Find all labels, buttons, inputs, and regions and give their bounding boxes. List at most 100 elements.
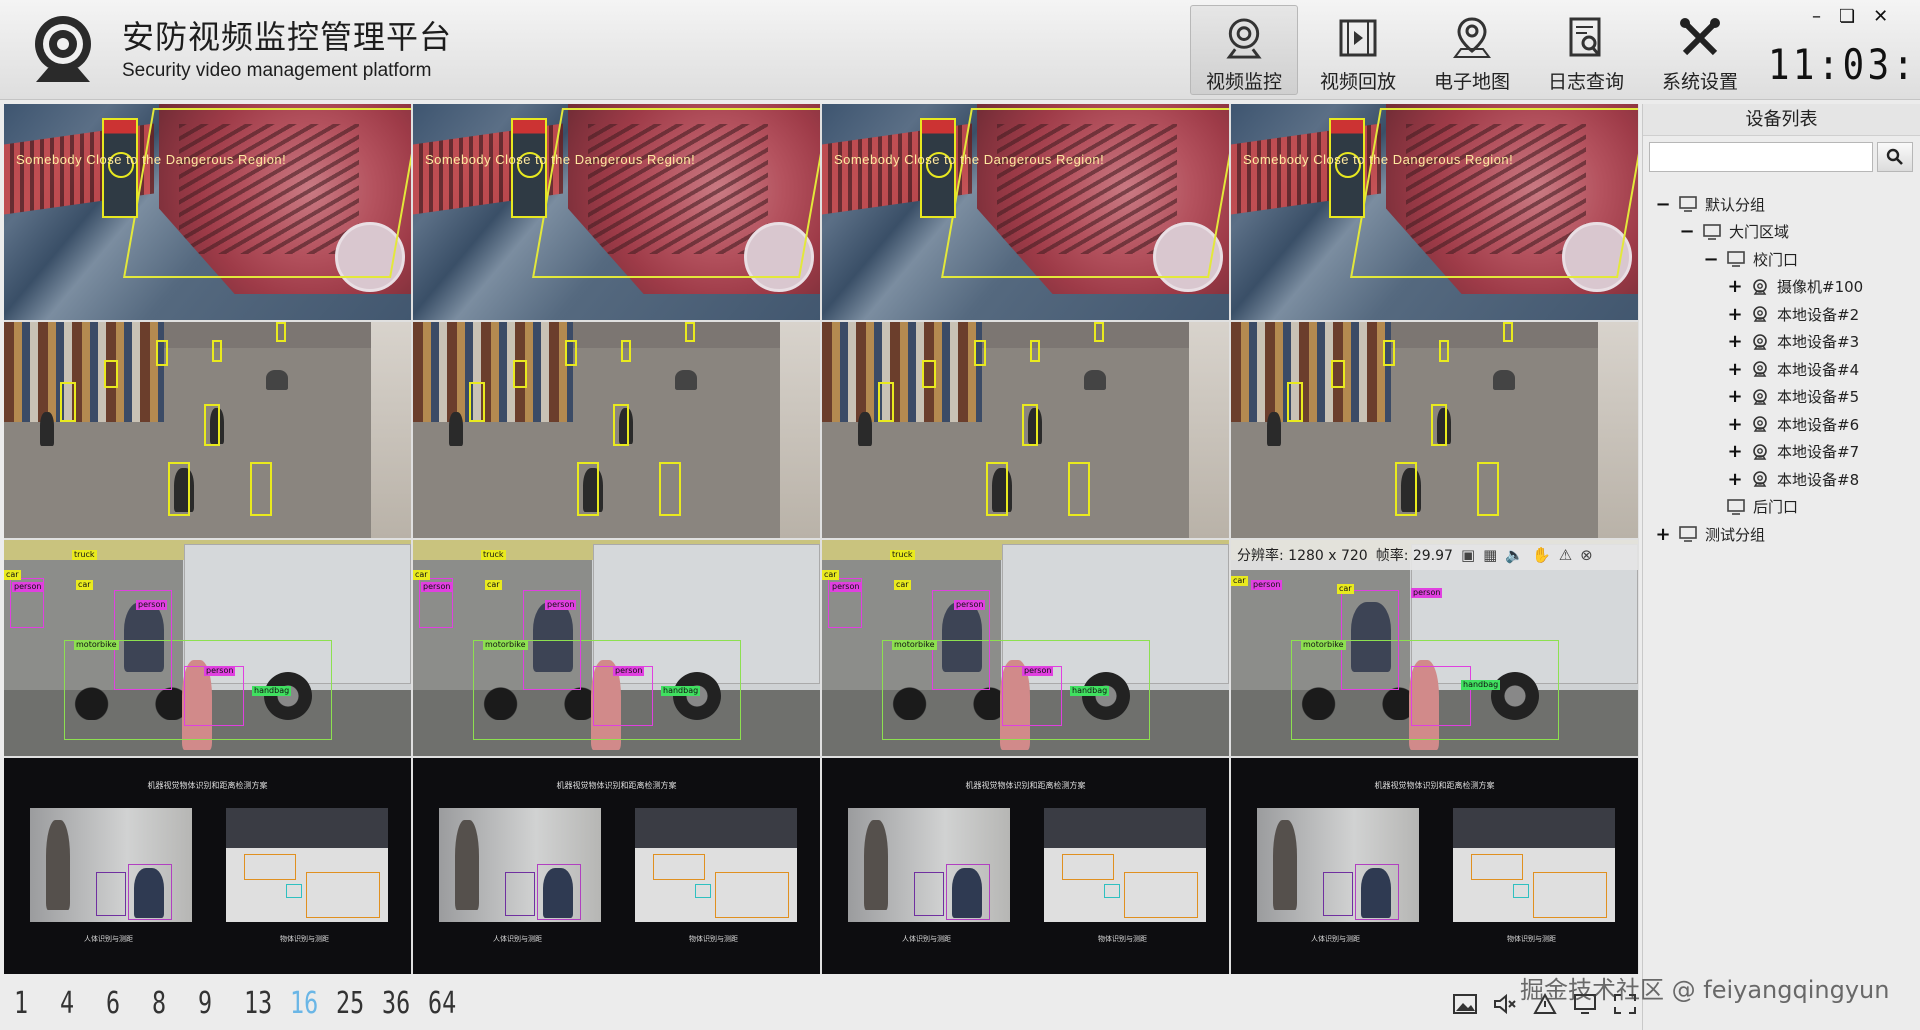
- detect-tag: person: [204, 666, 236, 676]
- tree-node-group[interactable]: 后门口: [1703, 495, 1798, 519]
- tree-node-camera[interactable]: + 本地设备#8: [1727, 467, 1859, 491]
- video-channel-12[interactable]: car person car person motorbike handbag …: [1231, 540, 1638, 756]
- video-channel-14[interactable]: 机器视觉物体识别和距离检测方案 人体识别与测距 物体识别与测距: [413, 758, 820, 974]
- layout-button-9[interactable]: 9: [198, 986, 225, 1021]
- alarm-icon[interactable]: ⚠: [1559, 546, 1572, 564]
- log-search-icon: [1569, 17, 1601, 57]
- layout-button-25[interactable]: 25: [336, 986, 364, 1021]
- snapshot-record-icon[interactable]: ▣: [1461, 546, 1475, 564]
- tree-node-camera[interactable]: + 本地设备#5: [1727, 385, 1859, 409]
- image-icon[interactable]: [1452, 992, 1478, 1016]
- image-icon[interactable]: ▦: [1483, 546, 1497, 564]
- video-channel-8[interactable]: [1231, 322, 1638, 538]
- nav-system-settings[interactable]: 系统设置: [1646, 5, 1754, 95]
- tree-node-camera[interactable]: + 本地设备#7: [1727, 440, 1859, 464]
- tree-node-label: 默认分组: [1705, 195, 1766, 214]
- tree-node-camera[interactable]: + 本地设备#6: [1727, 412, 1859, 436]
- video-channel-3[interactable]: Somebody Close to the Dangerous Region!: [822, 104, 1229, 320]
- tree-node-camera[interactable]: + 本地设备#4: [1727, 357, 1859, 381]
- layout-button-36[interactable]: 36: [382, 986, 410, 1021]
- close-icon[interactable]: ✕: [1873, 6, 1888, 27]
- video-channel-1[interactable]: Somebody Close to the Dangerous Region!: [4, 104, 411, 320]
- detect-tag: person: [613, 666, 645, 676]
- tree-node-camera[interactable]: + 本地设备#2: [1727, 302, 1859, 326]
- tree-node-group[interactable]: − 大门区域: [1679, 220, 1789, 244]
- collapse-icon[interactable]: −: [1655, 194, 1671, 215]
- mute-icon[interactable]: [1492, 992, 1518, 1016]
- detect-tag: motorbike: [74, 640, 119, 650]
- slide-title: 机器视觉物体识别和距离检测方案: [147, 781, 268, 790]
- close-circle-icon[interactable]: ⊗: [1580, 546, 1593, 564]
- mute-icon[interactable]: 🔈: [1505, 546, 1524, 564]
- video-channel-5[interactable]: [4, 322, 411, 538]
- tree-node-group[interactable]: + 测试分组: [1655, 522, 1765, 546]
- detect-tag: car: [413, 570, 430, 580]
- slide-caption: 人体识别与测距: [84, 935, 133, 943]
- nav-video-playback[interactable]: 视频回放: [1304, 5, 1412, 95]
- layout-button-4[interactable]: 4: [60, 986, 87, 1021]
- video-channel-10[interactable]: truck car person car person motorbike pe…: [413, 540, 820, 756]
- video-channel-9[interactable]: truck car person car person motorbike pe…: [4, 540, 411, 756]
- webcam-logo-icon: [35, 16, 91, 82]
- video-channel-7[interactable]: [822, 322, 1229, 538]
- slide-caption: 物体识别与测距: [1507, 935, 1556, 943]
- expand-icon[interactable]: +: [1727, 276, 1743, 297]
- video-channel-16[interactable]: 机器视觉物体识别和距离检测方案 人体识别与测距 物体识别与测距: [1231, 758, 1638, 974]
- nav-label: 电子地图: [1433, 71, 1510, 93]
- slide-caption: 物体识别与测距: [689, 935, 738, 943]
- layout-button-13[interactable]: 13: [244, 986, 272, 1021]
- window-controls: – ❏ ✕: [1812, 6, 1888, 27]
- monitor-icon: [1703, 223, 1721, 240]
- layout-button-16[interactable]: 16: [290, 986, 318, 1021]
- slide-title: 机器视觉物体识别和距离检测方案: [556, 781, 677, 790]
- alert-text: Somebody Close to the Dangerous Region!: [834, 152, 1105, 167]
- nav-e-map[interactable]: 电子地图: [1418, 5, 1526, 95]
- detect-tag: person: [1411, 588, 1443, 598]
- nav-log-query[interactable]: 日志查询: [1532, 5, 1640, 95]
- channel-hover-toolbar: 分辨率: 1280 x 720 帧率: 29.97 ▣ ▦ 🔈 ✋ ⚠ ⊗: [1231, 540, 1638, 570]
- tree-node-group[interactable]: − 校门口: [1703, 247, 1798, 271]
- detect-tag: car: [1231, 576, 1248, 586]
- layout-button-64[interactable]: 64: [428, 986, 456, 1021]
- expand-icon[interactable]: +: [1655, 524, 1671, 545]
- video-channel-4[interactable]: Somebody Close to the Dangerous Region!: [1231, 104, 1638, 320]
- video-channel-15[interactable]: 机器视觉物体识别和距离检测方案 人体识别与测距 物体识别与测距: [822, 758, 1229, 974]
- main-nav: 视频监控 视频回放 电子地图 日志查询 系统设置: [1190, 5, 1760, 95]
- tree-node-label: 校门口: [1753, 250, 1799, 269]
- expand-icon[interactable]: +: [1727, 331, 1743, 352]
- clock: 11:03:22: [1768, 40, 1920, 89]
- detect-tag: car: [76, 580, 93, 590]
- nav-video-monitor[interactable]: 视频监控: [1190, 5, 1298, 95]
- tree-node-camera[interactable]: + 本地设备#3: [1727, 330, 1859, 354]
- detect-tag: person: [1251, 580, 1283, 590]
- minimize-icon[interactable]: –: [1812, 6, 1821, 27]
- video-channel-2[interactable]: Somebody Close to the Dangerous Region!: [413, 104, 820, 320]
- camera-icon: [1753, 443, 1767, 460]
- restore-icon[interactable]: ❏: [1839, 6, 1855, 27]
- camera-icon: [1753, 278, 1767, 295]
- expand-icon[interactable]: +: [1727, 441, 1743, 462]
- alert-text: Somebody Close to the Dangerous Region!: [1243, 152, 1514, 167]
- search-button[interactable]: [1877, 142, 1913, 172]
- hand-icon[interactable]: ✋: [1532, 546, 1551, 564]
- slide-title: 机器视觉物体识别和距离检测方案: [1374, 781, 1495, 790]
- tree-node-label: 摄像机#100: [1777, 278, 1864, 296]
- layout-button-1[interactable]: 1: [14, 986, 41, 1021]
- camera-icon: [1753, 471, 1767, 487]
- layout-button-8[interactable]: 8: [152, 986, 179, 1021]
- tree-node-group[interactable]: − 默认分组: [1655, 192, 1765, 216]
- expand-icon[interactable]: +: [1727, 414, 1743, 435]
- device-search-input[interactable]: [1649, 142, 1873, 172]
- video-channel-13[interactable]: 机器视觉物体识别和距离检测方案 人体识别与测距 物体识别与测距: [4, 758, 411, 974]
- expand-icon[interactable]: +: [1727, 359, 1743, 380]
- collapse-icon[interactable]: −: [1679, 221, 1695, 242]
- video-channel-11[interactable]: truck car person car person motorbike pe…: [822, 540, 1229, 756]
- collapse-icon[interactable]: −: [1703, 249, 1719, 270]
- detect-tag: car: [4, 570, 21, 580]
- expand-icon[interactable]: +: [1727, 469, 1743, 490]
- video-channel-6[interactable]: [413, 322, 820, 538]
- layout-button-6[interactable]: 6: [106, 986, 133, 1021]
- tree-node-camera[interactable]: + 摄像机#100: [1727, 275, 1863, 299]
- expand-icon[interactable]: +: [1727, 304, 1743, 325]
- expand-icon[interactable]: +: [1727, 386, 1743, 407]
